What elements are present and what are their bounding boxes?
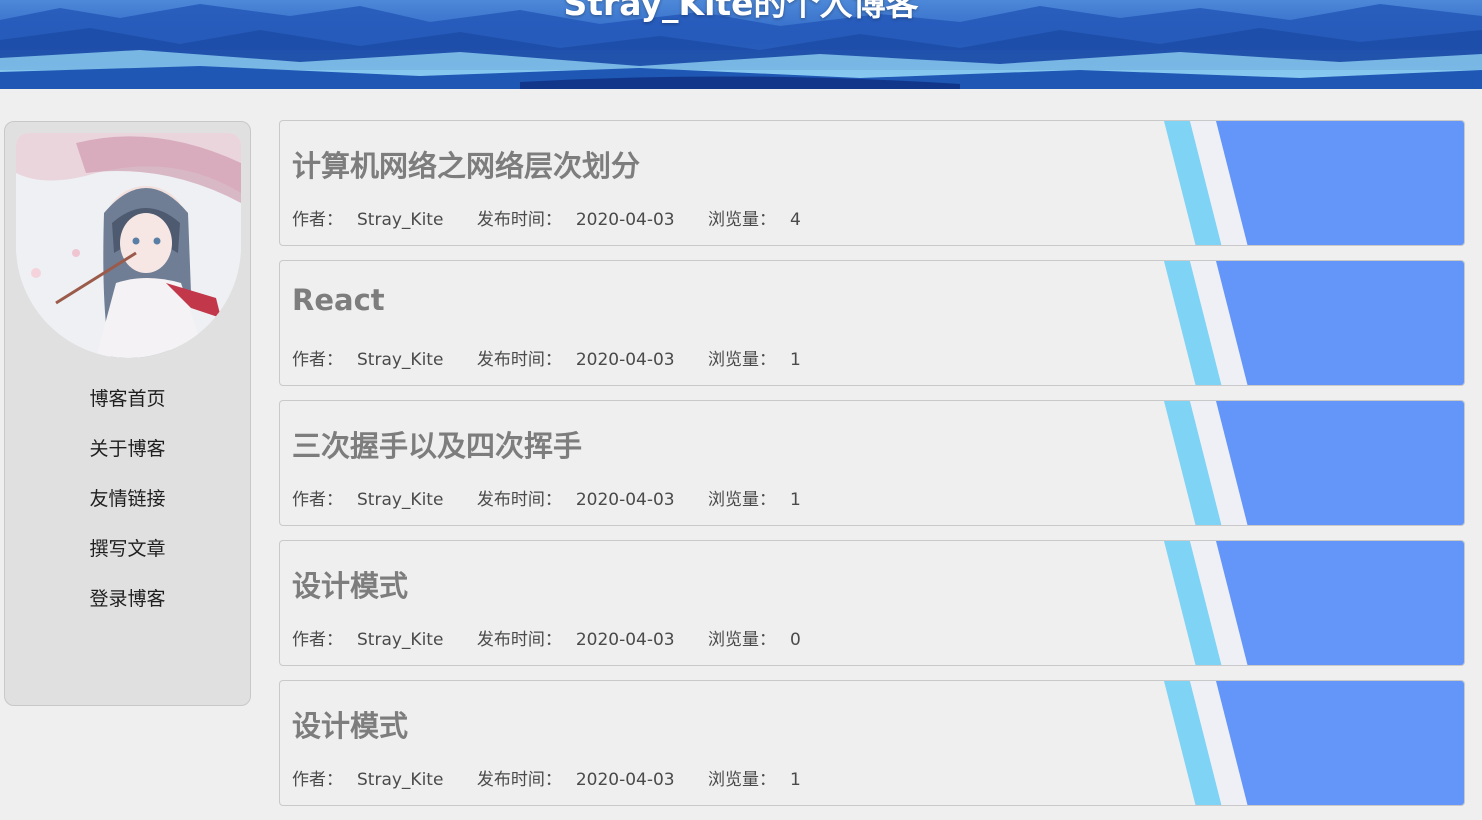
post-title[interactable]: React [292, 283, 385, 317]
post-author: Stray_Kite [357, 630, 444, 650]
post-date: 2020-04-03 [575, 490, 675, 510]
post-views: 0 [790, 630, 801, 650]
avatar [16, 133, 241, 358]
nav-about-link[interactable]: 关于博客 [5, 434, 250, 484]
nav-home-link[interactable]: 博客首页 [5, 384, 250, 434]
post-meta: 作者： Stray_Kite 发布时间： 2020-04-03 浏览量： 1 [292, 770, 801, 790]
blog-title: Stray_Kite的个人博客 [563, 0, 919, 23]
nav-friend-links-link[interactable]: 友情链接 [5, 484, 250, 534]
post-views: 1 [790, 770, 801, 790]
post-title[interactable]: 设计模式 [292, 563, 408, 605]
post-meta: 作者： Stray_Kite 发布时间： 2020-04-03 浏览量： 0 [292, 630, 801, 650]
avatar-illustration-icon [16, 133, 241, 358]
stripe-decoration-icon [1164, 681, 1464, 805]
post-views: 1 [790, 490, 801, 510]
post-title[interactable]: 三次握手以及四次挥手 [292, 423, 582, 465]
post-author: Stray_Kite [357, 490, 444, 510]
stripe-decoration-icon [1164, 401, 1464, 525]
post-date: 2020-04-03 [575, 210, 675, 230]
post-card[interactable]: 设计模式 作者： Stray_Kite 发布时间： 2020-04-03 浏览量： 0 [279, 540, 1465, 666]
post-date: 2020-04-03 [575, 630, 675, 650]
header-banner: Stray_Kite的个人博客 [0, 0, 1482, 89]
post-date: 2020-04-03 [575, 350, 675, 370]
post-list: 计算机网络之网络层次划分 作者： Stray_Kite 发布时间： 2020-04-… [279, 120, 1465, 820]
stripe-decoration-icon [1164, 541, 1464, 665]
post-meta: 作者： Stray_Kite 发布时间： 2020-04-03 浏览量： 1 [292, 350, 801, 370]
post-title[interactable]: 设计模式 [292, 703, 408, 745]
stripe-decoration-icon [1164, 261, 1464, 385]
stripe-decoration-icon [1164, 121, 1464, 245]
sidebar-nav: 博客首页 关于博客 友情链接 撰写文章 登录博客 [5, 384, 250, 634]
post-author: Stray_Kite [357, 770, 444, 790]
nav-login-link[interactable]: 登录博客 [5, 584, 250, 634]
post-date: 2020-04-03 [575, 770, 675, 790]
post-title[interactable]: 计算机网络之网络层次划分 [292, 143, 640, 185]
post-views: 1 [790, 350, 801, 370]
post-card[interactable]: 计算机网络之网络层次划分 作者： Stray_Kite 发布时间： 2020-04-… [279, 120, 1465, 246]
post-views: 4 [790, 210, 801, 230]
sidebar: 博客首页 关于博客 友情链接 撰写文章 登录博客 [4, 121, 251, 706]
post-author: Stray_Kite [357, 210, 444, 230]
post-card[interactable]: 设计模式 作者： Stray_Kite 发布时间： 2020-04-03 浏览量： 1 [279, 680, 1465, 806]
post-author: Stray_Kite [357, 350, 444, 370]
nav-write-article-link[interactable]: 撰写文章 [5, 534, 250, 584]
post-card[interactable]: React 作者： Stray_Kite 发布时间： 2020-04-03 浏览量：… [279, 260, 1465, 386]
post-card[interactable]: 三次握手以及四次挥手 作者： Stray_Kite 发布时间： 2020-04-03… [279, 400, 1465, 526]
post-meta: 作者： Stray_Kite 发布时间： 2020-04-03 浏览量： 1 [292, 490, 801, 510]
post-meta: 作者： Stray_Kite 发布时间： 2020-04-03 浏览量： 4 [292, 210, 801, 230]
